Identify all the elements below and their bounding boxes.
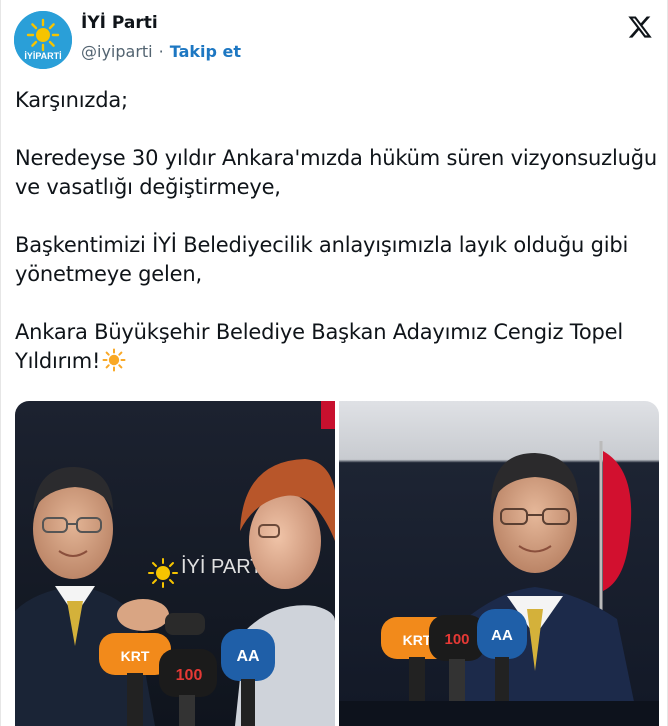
- media-grid: İYİ PARTİ KRT 100 AA KRT 100 AA: [15, 401, 659, 726]
- mic-label: AA: [236, 648, 260, 665]
- photo-candidate-with-leader[interactable]: İYİ PARTİ KRT 100 AA: [15, 401, 335, 726]
- author-name[interactable]: İYİ Parti: [81, 13, 158, 33]
- mic-label: 100: [176, 667, 203, 684]
- author-handle[interactable]: @iyiparti: [81, 42, 153, 61]
- sun-logo-icon: İYİPARTİ: [14, 11, 72, 69]
- meta-separator: ·: [158, 42, 164, 61]
- avatar-text: İYİPARTİ: [24, 51, 61, 61]
- tweet-paragraph: Neredeyse 30 yıldır Ankara'mızda hüküm s…: [15, 146, 657, 199]
- tweet-card: İYİPARTİ İYİ Parti @iyiparti · Takip et …: [0, 0, 668, 726]
- mic-label: AA: [491, 627, 513, 644]
- tweet-text: Karşınızda; Neredeyse 30 yıldır Ankara'm…: [15, 86, 660, 376]
- sun-emoji-icon: [102, 348, 126, 372]
- avatar[interactable]: İYİPARTİ: [14, 11, 72, 69]
- photo-candidate-at-podium[interactable]: KRT 100 AA: [339, 401, 659, 726]
- tweet-paragraph: Başkentimizi İYİ Belediyecilik anlayışım…: [15, 233, 629, 286]
- author-meta: @iyiparti · Takip et: [81, 42, 241, 61]
- tweet-paragraph-last: Ankara Büyükşehir Belediye Başkan Adayım…: [15, 318, 660, 376]
- mic-label: KRT: [403, 632, 432, 648]
- follow-button[interactable]: Takip et: [170, 42, 241, 61]
- mic-label: KRT: [121, 648, 150, 664]
- tweet-paragraph: Karşınızda;: [15, 88, 128, 112]
- x-logo-icon[interactable]: [627, 14, 653, 40]
- mic-label: 100: [444, 631, 469, 648]
